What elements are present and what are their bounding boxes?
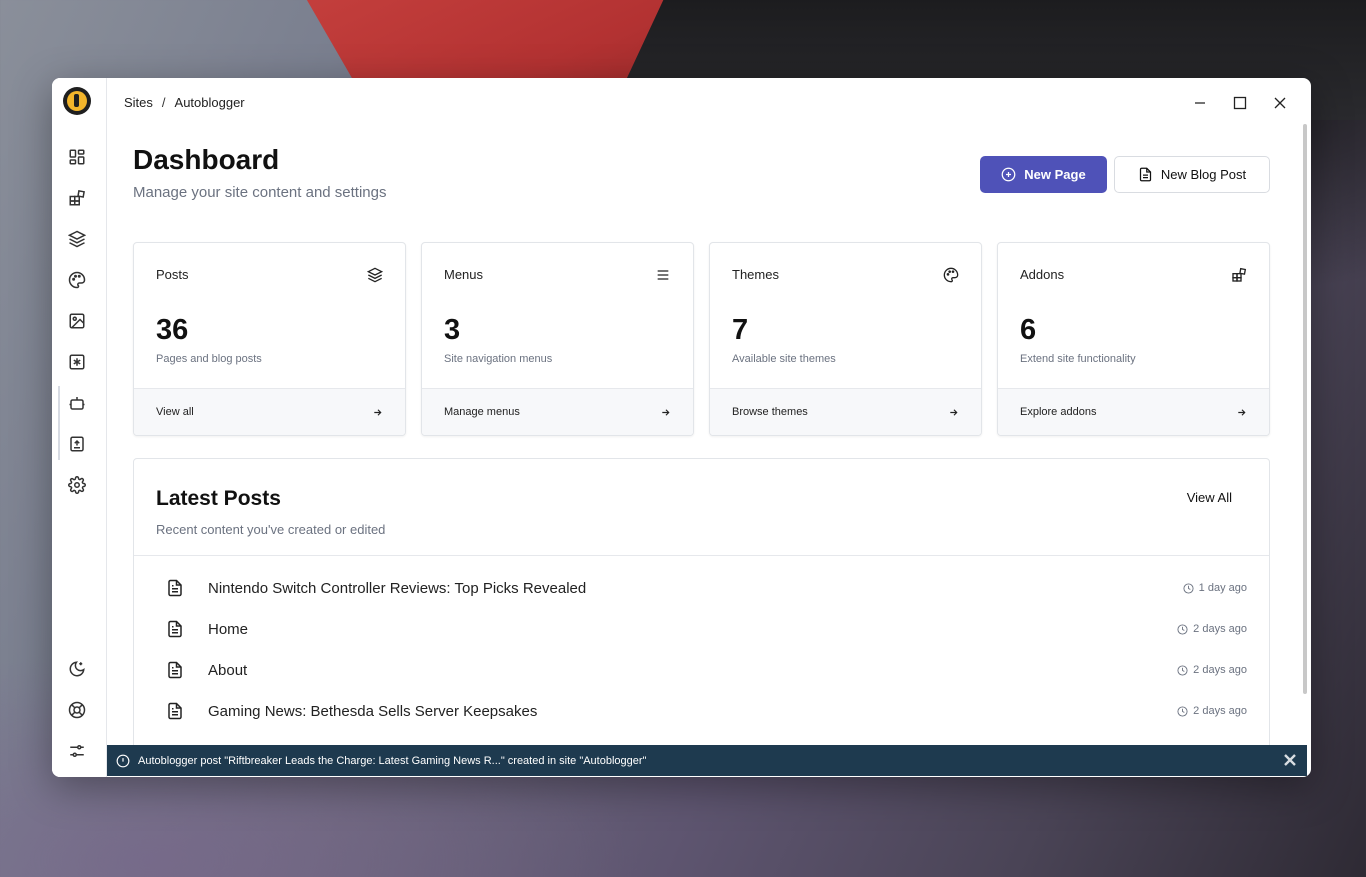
card-description: Pages and blog posts	[156, 353, 262, 365]
close-button[interactable]	[1269, 92, 1291, 114]
list-item[interactable]: Home 2 days ago	[134, 612, 1269, 646]
breadcrumb-sites[interactable]: Sites	[124, 95, 153, 110]
card-themes: Themes 7 Available site themes Browse th…	[709, 242, 982, 436]
post-time-text: 2 days ago	[1193, 664, 1247, 676]
settings-icon[interactable]	[64, 472, 90, 498]
notification-toast: Autoblogger post "Riftbreaker Leads the …	[107, 745, 1307, 776]
document-icon	[166, 620, 184, 638]
image-icon[interactable]	[64, 308, 90, 334]
card-title: Themes	[732, 267, 779, 282]
new-page-label: New Page	[1024, 167, 1086, 182]
list-item[interactable]: About 2 days ago	[134, 653, 1269, 687]
sidebar-active-indicator	[58, 386, 60, 460]
clock-icon	[1177, 705, 1188, 717]
scrollbar[interactable]	[1303, 124, 1307, 694]
post-time-text: 1 day ago	[1198, 582, 1247, 594]
new-page-button[interactable]: New Page	[980, 156, 1107, 193]
latest-posts-panel: Latest Posts Recent content you've creat…	[133, 458, 1270, 758]
plus-circle-icon	[1001, 167, 1016, 182]
post-timestamp: 2 days ago	[1177, 623, 1247, 635]
post-title: About	[208, 661, 248, 679]
document-icon	[166, 579, 184, 597]
clock-icon	[1183, 582, 1194, 594]
addons-icon[interactable]	[64, 185, 90, 211]
post-title: Home	[208, 620, 249, 638]
clock-icon	[1177, 664, 1188, 676]
card-title: Posts	[156, 267, 189, 282]
post-timestamp: 2 days ago	[1177, 664, 1247, 676]
card-link-browse-themes[interactable]: Browse themes	[710, 388, 981, 435]
post-title: Gaming News: Bethesda Sells Server Keeps…	[208, 702, 538, 720]
card-posts: Posts 36 Pages and blog posts View all	[133, 242, 406, 436]
card-value: 36	[156, 314, 189, 346]
document-icon	[1139, 167, 1151, 182]
asterisk-icon[interactable]	[64, 349, 90, 375]
dark-mode-icon[interactable]	[64, 656, 90, 682]
list-item[interactable]: Gaming News: Bethesda Sells Server Keeps…	[134, 694, 1269, 728]
layers-icon[interactable]	[64, 226, 90, 252]
breadcrumb-current: Autoblogger	[174, 95, 245, 110]
sidebar	[52, 78, 107, 777]
list-item[interactable]: Nintendo Switch Controller Reviews: Top …	[134, 571, 1269, 605]
close-icon	[1284, 754, 1296, 766]
sliders-icon[interactable]	[64, 738, 90, 764]
page-title: Dashboard	[133, 144, 280, 175]
toast-message: Autoblogger post "Riftbreaker Leads the …	[138, 754, 647, 767]
card-title: Addons	[1020, 267, 1065, 282]
card-value: 6	[1020, 314, 1037, 346]
breadcrumb: Sites / Autoblogger	[124, 95, 245, 110]
new-blog-post-button[interactable]: New Blog Post	[1114, 156, 1270, 193]
close-toast-button[interactable]	[1283, 753, 1297, 767]
logo-mark	[67, 91, 87, 111]
post-title: Nintendo Switch Controller Reviews: Top …	[208, 579, 587, 597]
card-link-explore-addons[interactable]: Explore addons	[998, 388, 1269, 435]
card-description: Available site themes	[732, 353, 836, 365]
arrow-right-icon	[1238, 408, 1246, 416]
palette-icon[interactable]	[64, 267, 90, 293]
view-all-posts-link[interactable]: View All	[1187, 490, 1232, 505]
info-icon	[116, 754, 130, 767]
maximize-button[interactable]	[1229, 92, 1251, 114]
layers-icon	[366, 267, 384, 283]
card-description: Extend site functionality	[1020, 353, 1136, 365]
card-addons: Addons 6 Extend site functionality Explo…	[997, 242, 1270, 436]
breadcrumb-separator: /	[161, 95, 166, 110]
palette-icon	[943, 267, 959, 283]
upload-icon[interactable]	[64, 431, 90, 457]
card-link-view-all[interactable]: View all	[134, 388, 405, 435]
card-value: 7	[732, 314, 749, 346]
app-logo[interactable]	[63, 87, 91, 115]
post-time-text: 2 days ago	[1193, 705, 1247, 717]
menu-icon	[655, 267, 671, 283]
card-menus: Menus 3 Site navigation menus Manage men…	[421, 242, 694, 436]
post-timestamp: 1 day ago	[1183, 582, 1247, 594]
card-link-label: Explore addons	[1020, 406, 1097, 418]
card-link-manage-menus[interactable]: Manage menus	[422, 388, 693, 435]
clock-icon	[1177, 623, 1188, 635]
minimize-button[interactable]	[1189, 92, 1211, 114]
card-description: Site navigation menus	[444, 353, 553, 365]
arrow-right-icon	[950, 408, 958, 416]
arrow-right-icon	[662, 408, 670, 416]
latest-posts-subtitle: Recent content you've created or edited	[156, 522, 386, 537]
help-icon[interactable]	[64, 697, 90, 723]
card-title: Menus	[444, 267, 484, 282]
post-time-text: 2 days ago	[1193, 623, 1247, 635]
divider	[134, 555, 1269, 556]
app-window: Sites / Autoblogger Dashboard Manage you…	[52, 78, 1311, 777]
page-subtitle: Manage your site content and settings	[133, 184, 387, 201]
card-value: 3	[444, 314, 461, 346]
document-icon	[166, 661, 184, 679]
dashboard-icon[interactable]	[64, 144, 90, 170]
card-link-label: View all	[156, 406, 194, 418]
latest-posts-title: Latest Posts	[156, 487, 281, 510]
card-link-label: Manage menus	[444, 406, 520, 418]
post-timestamp: 2 days ago	[1177, 705, 1247, 717]
new-blog-post-label: New Blog Post	[1160, 167, 1247, 182]
card-link-label: Browse themes	[732, 406, 808, 418]
robot-icon[interactable]	[64, 390, 90, 416]
arrow-right-icon	[374, 408, 382, 416]
addons-icon	[1231, 267, 1247, 283]
document-icon	[166, 702, 184, 720]
